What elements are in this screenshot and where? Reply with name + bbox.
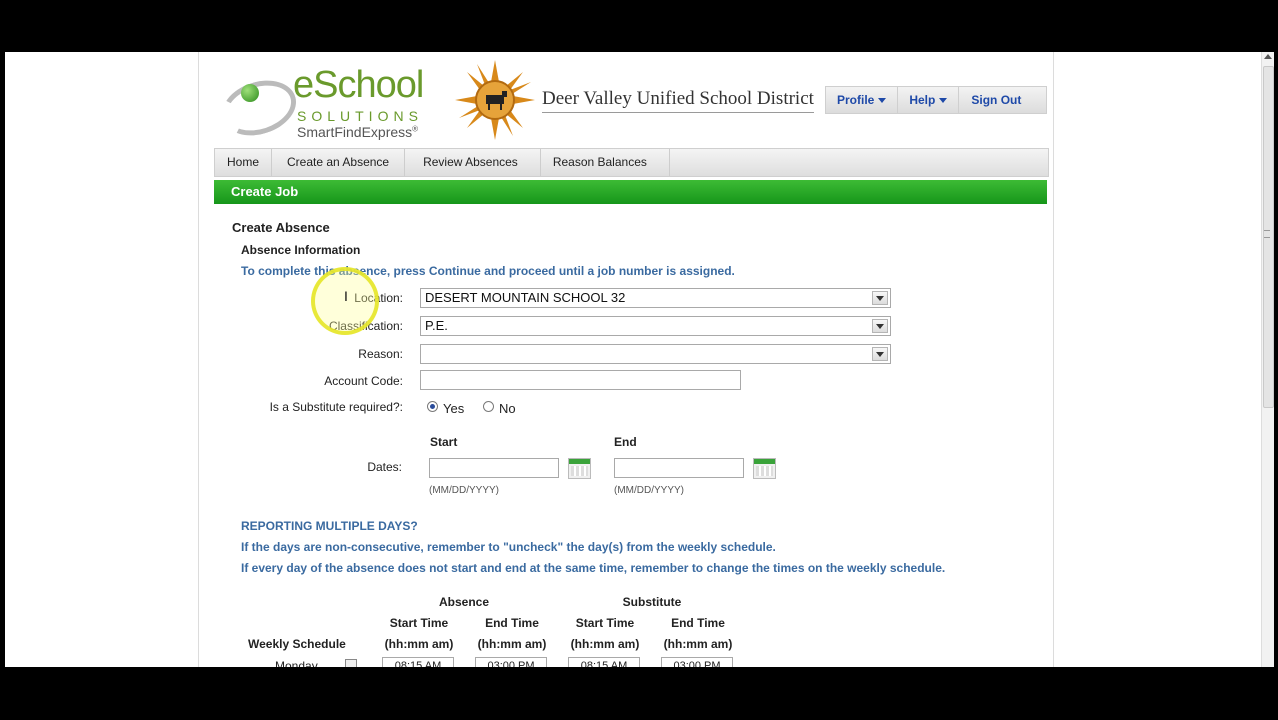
weekly-schedule-header: Weekly Schedule (248, 637, 346, 651)
main-navigation: Home Create an Absence Review Absences R… (214, 148, 1049, 177)
time-format-hint: (hh:mm am) (663, 637, 733, 651)
substitute-required-label: Is a Substitute required?: (269, 400, 403, 414)
substitute-yes-label: Yes (443, 401, 465, 416)
start-date-input[interactable] (429, 458, 559, 478)
help-menu-label: Help (909, 93, 936, 107)
time-format-hint: (hh:mm am) (384, 637, 454, 651)
page-container: eSchool SOLUTIONS SmartFindExpress® Deer… (198, 52, 1054, 667)
monday-label: Monday (275, 659, 318, 667)
swoosh-icon (214, 71, 304, 145)
scroll-up-arrow-icon[interactable] (1264, 54, 1272, 59)
substitute-end-time-header: End Time (671, 616, 725, 630)
dropdown-arrow-icon (872, 347, 888, 361)
monday-substitute-end[interactable]: 03:00 PM (661, 657, 733, 667)
substitute-no-radio[interactable] (483, 401, 494, 412)
dropdown-arrow-icon (872, 291, 888, 305)
account-code-input[interactable] (420, 370, 741, 390)
monday-absence-start[interactable]: 08:15 AM (382, 657, 454, 667)
sign-out-link[interactable]: Sign Out (959, 87, 1033, 113)
district-sun-logo-icon (455, 60, 535, 140)
create-absence-heading: Create Absence (232, 220, 330, 235)
different-times-note: If every day of the absence does not sta… (241, 561, 946, 575)
end-calendar-icon[interactable] (753, 458, 776, 479)
monday-checkbox[interactable] (345, 659, 357, 667)
eschool-logo[interactable]: eSchool SOLUTIONS SmartFindExpress® (214, 62, 435, 145)
reason-select[interactable] (420, 344, 891, 364)
nav-home[interactable]: Home (215, 149, 273, 176)
create-job-title: Create Job (231, 184, 299, 199)
start-date-heading: Start (430, 435, 458, 449)
absence-column-group: Absence (438, 595, 490, 609)
dates-label: Dates: (367, 460, 402, 474)
logo-solutions-text: SOLUTIONS (297, 108, 423, 124)
profile-menu[interactable]: Profile (826, 87, 899, 113)
absence-start-time-header: Start Time (389, 616, 449, 630)
substitute-column-group: Substitute (622, 595, 682, 609)
location-value: DESERT MOUNTAIN SCHOOL 32 (425, 290, 626, 305)
profile-menu-label: Profile (837, 93, 875, 107)
instruction-text: To complete this absence, press Continue… (241, 264, 735, 278)
nav-review-absences[interactable]: Review Absences (405, 149, 541, 176)
end-date-format-hint: (MM/DD/YYYY) (614, 485, 684, 496)
dropdown-arrow-icon (872, 319, 888, 333)
monday-substitute-start[interactable]: 08:15 AM (568, 657, 640, 667)
multiple-days-heading: REPORTING MULTIPLE DAYS? (241, 519, 418, 533)
logo-product-text: SmartFindExpress® (297, 124, 418, 140)
help-menu[interactable]: Help (898, 87, 960, 113)
monday-absence-end[interactable]: 03:00 PM (475, 657, 547, 667)
district-name: Deer Valley Unified School District (542, 88, 814, 113)
nav-create-absence[interactable]: Create an Absence (272, 149, 406, 176)
end-date-heading: End (614, 435, 637, 449)
substitute-start-time-header: Start Time (575, 616, 635, 630)
classification-select[interactable]: P.E. (420, 316, 891, 336)
text-cursor-icon: I (344, 288, 348, 304)
classification-label: Classification: (328, 319, 403, 333)
browser-viewport: eSchool SOLUTIONS SmartFindExpress® Deer… (5, 52, 1261, 667)
logo-registered-mark: ® (412, 124, 419, 134)
location-select[interactable]: DESERT MOUNTAIN SCHOOL 32 (420, 288, 891, 308)
ball-icon (241, 84, 259, 102)
absence-end-time-header: End Time (485, 616, 539, 630)
time-format-hint: (hh:mm am) (477, 637, 547, 651)
time-format-hint: (hh:mm am) (570, 637, 640, 651)
substitute-yes-radio[interactable] (427, 401, 438, 412)
caret-down-icon (939, 98, 948, 104)
non-consecutive-note: If the days are non-consecutive, remembe… (241, 540, 776, 554)
substitute-no-label: No (499, 401, 516, 416)
create-job-bar: Create Job (214, 180, 1047, 204)
end-date-input[interactable] (614, 458, 744, 478)
nav-reason-balances[interactable]: Reason Balances (541, 149, 670, 176)
classification-value: P.E. (425, 318, 448, 333)
logo-eschool-text: eSchool (293, 64, 424, 106)
start-calendar-icon[interactable] (568, 458, 591, 479)
start-date-format-hint: (MM/DD/YYYY) (429, 485, 499, 496)
logo-product-name: SmartFindExpress (297, 124, 413, 140)
reason-label: Reason: (358, 347, 403, 361)
absence-information-heading: Absence Information (241, 243, 361, 257)
scrollbar-grip-icon (1264, 230, 1270, 238)
account-code-label: Account Code: (324, 374, 403, 388)
top-navigation: Profile Help Sign Out (825, 86, 1047, 114)
caret-down-icon (878, 98, 887, 104)
vertical-scrollbar[interactable] (1261, 52, 1274, 667)
